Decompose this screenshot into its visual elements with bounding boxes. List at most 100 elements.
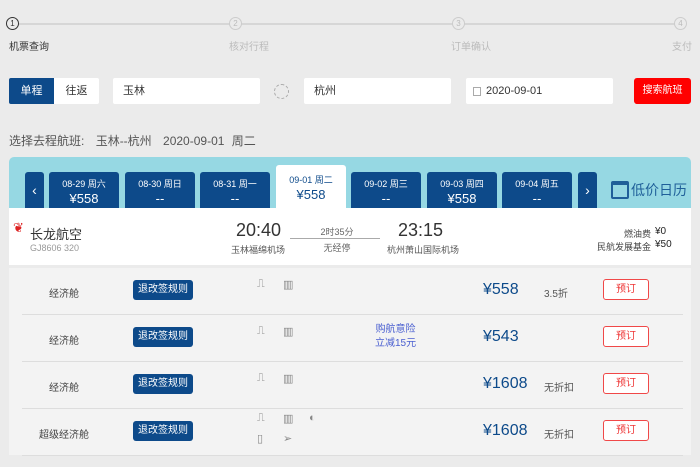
fuel-label: 燃油费 xyxy=(623,229,651,239)
date-input[interactable]: 2020-09-01 xyxy=(466,78,613,104)
step-3-label: 订单确认 xyxy=(451,42,491,53)
tab-date: 09-03 周四 xyxy=(440,179,484,189)
fare-row: 超级经济舱 退改签规则 ⎍ ▥ ◐ ▯ ➢ ¥1608 无折扣 预订 xyxy=(22,409,683,456)
date-tab-active[interactable]: 09-01 周二 ¥558 xyxy=(276,165,346,208)
tab-price: -- xyxy=(532,191,542,206)
fare-price: ¥1608 xyxy=(483,422,528,439)
cabin-class: 超级经济舱 xyxy=(39,430,89,441)
fare-row: 经济舱 退改签规则 ⎍ ▥ ¥1608 无折扣 预订 xyxy=(22,362,683,409)
step-3-circle: 3 xyxy=(452,17,465,30)
step-1-label: 机票查询 xyxy=(9,42,49,53)
date-tab[interactable]: 09-02 周三 -- xyxy=(351,172,421,208)
airline-name: 长龙航空 xyxy=(30,227,83,242)
meal-icon: ◐ xyxy=(309,412,316,424)
date-tab[interactable]: 09-03 周四 ¥558 xyxy=(427,172,497,208)
date-value: 2020-09-01 xyxy=(486,85,543,97)
fare-discount: 无折扣 xyxy=(544,430,574,441)
fare-discount: 无折扣 xyxy=(544,383,574,394)
luggage-icon: ▥ xyxy=(283,326,294,338)
tab-date: 09-01 周二 xyxy=(289,175,333,185)
flight-number: GJ8606 xyxy=(30,243,62,253)
fuel-value: ¥0 xyxy=(655,226,667,237)
summary-date: 2020-09-01 xyxy=(163,134,225,148)
seat-icon: ⎍ xyxy=(257,372,265,384)
cabin-class: 经济舱 xyxy=(49,383,79,394)
aircraft-type: 320 xyxy=(64,243,80,253)
fare-row: 经济舱 退改签规则 ⎍ ▥ ¥558 3.5折 预订 xyxy=(22,268,683,315)
departure-time: 20:40 xyxy=(236,220,282,240)
tab-price: -- xyxy=(155,191,165,206)
airline-logo-icon: ❦ xyxy=(13,220,24,235)
date-tab[interactable]: 08-29 周六 ¥558 xyxy=(49,172,119,208)
low-price-calendar-label: 低价日历 xyxy=(631,182,687,198)
tab-price: ¥558 xyxy=(296,187,326,202)
summary-route: 玉林--杭州 xyxy=(95,134,152,148)
step-4-circle: 4 xyxy=(674,17,687,30)
refund-rules-button[interactable]: 退改签规则 xyxy=(133,327,193,347)
fare-price: ¥1608 xyxy=(483,375,528,392)
tab-date: 09-04 周五 xyxy=(515,179,559,189)
swap-icon[interactable] xyxy=(274,84,289,99)
flight-info: ❦ 长龙航空 GJ8606 320 20:40 玉林福绵机场 2时35分 无经停… xyxy=(9,208,691,265)
round-trip-tab[interactable]: 往返 xyxy=(54,78,99,104)
low-price-calendar-button[interactable]: 低价日历 xyxy=(611,180,687,200)
summary-label: 选择去程航班: xyxy=(9,134,85,148)
summary-weekday: 周二 xyxy=(231,134,256,148)
fare-discount: 3.5折 xyxy=(544,289,568,300)
book-button[interactable]: 预订 xyxy=(603,373,649,394)
to-city-input[interactable]: 杭州 xyxy=(304,78,451,104)
search-flights-button[interactable]: 搜索航班 xyxy=(634,78,691,104)
date-tab[interactable]: 09-04 周五 -- xyxy=(502,172,572,208)
step-2-circle: 2 xyxy=(229,17,242,30)
book-button[interactable]: 预订 xyxy=(603,326,649,347)
one-way-tab[interactable]: 单程 xyxy=(9,78,54,104)
tab-date: 08-30 周日 xyxy=(138,179,182,189)
seat-icon: ⎍ xyxy=(257,278,265,290)
calendar-icon xyxy=(473,87,481,96)
date-tab[interactable]: 08-31 周一 -- xyxy=(200,172,270,208)
step-2-label: 核对行程 xyxy=(229,42,269,53)
stops: 无经停 xyxy=(323,243,351,253)
book-button[interactable]: 预订 xyxy=(603,279,649,300)
promo-line-2: 立减15元 xyxy=(375,338,417,349)
from-city-input[interactable]: 玉林 xyxy=(113,78,260,104)
prev-dates-button[interactable]: ‹ xyxy=(25,172,44,208)
tab-price: ¥558 xyxy=(447,191,477,206)
tab-date: 08-31 周一 xyxy=(213,179,257,189)
fare-price: ¥543 xyxy=(483,328,519,345)
seat-icon: ⎍ xyxy=(257,412,265,424)
seat-icon: ⎍ xyxy=(257,325,265,337)
calendar-icon xyxy=(611,181,629,199)
duration-arrow xyxy=(290,238,380,239)
luggage-icon: ▥ xyxy=(283,279,294,291)
duration: 2时35分 xyxy=(320,227,354,237)
promo-line-1: 购航意险 xyxy=(375,324,416,335)
cabin-class: 经济舱 xyxy=(49,336,79,347)
date-tab[interactable]: 08-30 周日 -- xyxy=(125,172,195,208)
progress-line xyxy=(14,23,684,25)
book-button[interactable]: 预订 xyxy=(603,420,649,441)
insurance-promo[interactable]: 购航意险立减15元 xyxy=(375,323,416,351)
step-4-label: 支付 xyxy=(672,42,692,53)
tab-price: -- xyxy=(230,191,240,206)
luggage-icon: ▥ xyxy=(283,373,294,385)
tab-price: -- xyxy=(381,191,391,206)
arrival-airport: 杭州萧山国际机场 xyxy=(387,245,460,255)
refund-rules-button[interactable]: 退改签规则 xyxy=(133,374,193,394)
cabin-class: 经济舱 xyxy=(49,289,79,300)
luggage-icon: ▥ xyxy=(283,413,294,425)
departure-airport: 玉林福绵机场 xyxy=(231,245,286,255)
fare-price: ¥558 xyxy=(483,281,519,298)
tab-price: ¥558 xyxy=(69,191,99,206)
next-dates-button[interactable]: › xyxy=(578,172,597,208)
tab-date: 09-02 周三 xyxy=(364,179,408,189)
paper-plane-icon: ➢ xyxy=(283,433,293,445)
tab-date: 08-29 周六 xyxy=(62,179,106,189)
arrival-time: 23:15 xyxy=(398,220,444,240)
refund-rules-button[interactable]: 退改签规则 xyxy=(133,280,193,300)
route-summary: 选择去程航班: 玉林--杭州 2020-09-01 周二 xyxy=(9,132,256,149)
step-1-circle: 1 xyxy=(6,17,19,30)
refund-rules-button[interactable]: 退改签规则 xyxy=(133,421,193,441)
fund-value: ¥50 xyxy=(655,239,672,250)
fund-label: 民航发展基金 xyxy=(596,242,651,252)
